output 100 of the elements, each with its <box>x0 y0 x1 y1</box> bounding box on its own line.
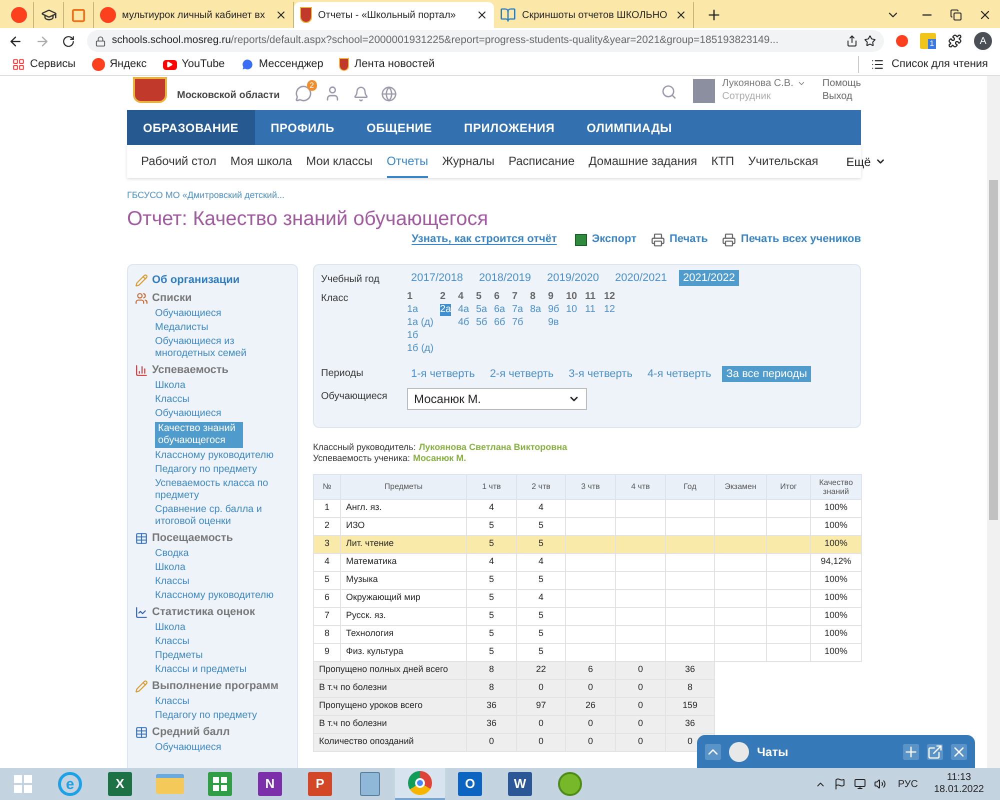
period-option[interactable]: За все периоды <box>722 366 811 382</box>
class-option[interactable]: 4б <box>458 316 470 328</box>
clock[interactable]: 11:13 18.01.2022 <box>934 772 984 796</box>
sidebar-link[interactable]: Обучающиеся <box>155 742 222 754</box>
sidebar-section-title[interactable]: Списки <box>152 290 192 307</box>
sidebar-section-title[interactable]: Об организации <box>152 272 240 289</box>
sub-nav-link[interactable]: Расписание <box>508 145 575 178</box>
bookmark-link[interactable]: Мессенджер <box>240 56 324 73</box>
sidebar-link[interactable]: Школа <box>155 562 186 574</box>
sidebar-link[interactable]: Классы <box>155 394 190 406</box>
reading-list-button[interactable]: Список для чтения <box>858 56 988 73</box>
sidebar-link[interactable]: Обучающиеся из многодетных семей <box>155 336 285 360</box>
sidebar-link[interactable]: Медалисты <box>155 322 208 334</box>
bookmark-link[interactable]: Сервисы <box>12 56 76 73</box>
class-option[interactable]: 9в <box>548 316 559 328</box>
expand-icon[interactable] <box>705 744 721 760</box>
class-option[interactable]: 5б <box>476 316 488 328</box>
extensions-icon[interactable] <box>948 34 962 48</box>
nav-tab[interactable]: ОБРАЗОВАНИЕ <box>127 110 255 145</box>
sidebar-link[interactable]: Классы <box>155 576 190 588</box>
browser-icon[interactable] <box>408 771 432 795</box>
sidebar-link[interactable]: Педагогу по предмету <box>155 464 258 476</box>
share-icon[interactable] <box>846 35 858 47</box>
sidebar-link[interactable]: Школа <box>155 380 186 392</box>
class-option[interactable]: 1а (д) <box>407 316 434 328</box>
sidebar-link[interactable]: Классы <box>155 636 190 648</box>
sidebar-section-title[interactable]: Посещаемость <box>152 530 234 547</box>
help-link[interactable]: Узнать, как строится отчёт <box>412 231 557 248</box>
sub-nav-link[interactable]: Рабочий стол <box>141 145 216 178</box>
student-select[interactable]: Мосанюк М. <box>407 388 587 410</box>
class-option[interactable]: 6б <box>494 316 506 328</box>
profile-icon[interactable] <box>324 85 341 102</box>
class-option[interactable]: 1б <box>407 330 418 342</box>
class-option[interactable]: 1а <box>407 304 418 316</box>
sidebar-link[interactable]: Классы <box>155 696 190 708</box>
period-option[interactable]: 1-я четверть <box>407 366 479 382</box>
bookmark-link[interactable]: Яндекс <box>92 56 147 73</box>
sidebar-section-title[interactable]: Средний балл <box>152 724 230 741</box>
sidebar-section-title[interactable]: Статистика оценок <box>152 604 256 621</box>
class-option[interactable]: 9б <box>548 304 560 316</box>
class-option[interactable]: 8а <box>530 304 542 316</box>
breadcrumb-link[interactable]: ГБСУСО МО «Дмитровский детский... <box>127 189 861 202</box>
crest-logo[interactable] <box>133 77 167 103</box>
class-option[interactable]: 7б <box>512 316 524 328</box>
class-option[interactable]: 6а <box>494 304 506 316</box>
class-option[interactable]: 1б (д) <box>407 342 434 354</box>
year-option[interactable]: 2017/2018 <box>407 270 467 286</box>
bookmark-star-icon[interactable] <box>864 35 876 47</box>
sidebar-link[interactable]: Обучающиеся <box>155 408 222 420</box>
bookmark-link[interactable]: YouTube <box>162 56 225 73</box>
browser-tab[interactable]: Отчеты - «Школьный портал» <box>294 2 494 28</box>
year-option[interactable]: 2019/2020 <box>543 270 603 286</box>
sidebar-section-title[interactable]: Выполнение программ <box>152 678 279 695</box>
header-link[interactable]: Помощь <box>822 77 861 90</box>
period-option[interactable]: 3-я четверть <box>564 366 636 382</box>
sidebar-link[interactable]: Классному руководителю <box>155 450 274 462</box>
address-bar[interactable]: schools.school.mosreg.ru/reports/default.aspx?school=2000001931225&report=progress-students-quality&year=2021&group=185193823149... <box>86 30 884 52</box>
popout-icon[interactable] <box>927 744 943 760</box>
more-menu[interactable]: Ещё <box>846 145 886 178</box>
add-icon[interactable] <box>903 744 919 760</box>
nav-tab[interactable]: ОЛИМПИАДЫ <box>570 110 688 145</box>
print-button[interactable]: Печать всех учеников <box>722 231 861 248</box>
volume-icon[interactable] <box>874 778 886 790</box>
bell-icon[interactable] <box>353 86 369 102</box>
back-icon[interactable] <box>8 34 23 48</box>
language-indicator[interactable]: РУС <box>898 776 918 792</box>
sidebar-link[interactable]: Сводка <box>155 548 189 560</box>
app-icon[interactable]: W <box>508 772 532 796</box>
scrollbar-thumb[interactable] <box>989 180 998 520</box>
round-logo-icon[interactable] <box>896 35 908 47</box>
sidebar-link[interactable]: Сравнение ср. балла и итоговой оценки <box>155 504 285 528</box>
class-option[interactable]: 5а <box>476 304 488 316</box>
store-bag-icon[interactable] <box>208 772 232 796</box>
network-icon[interactable] <box>854 778 866 790</box>
sub-nav-link[interactable]: Отчеты <box>386 145 428 178</box>
torrent-icon[interactable] <box>558 772 582 796</box>
sub-nav-link[interactable]: Домашние задания <box>588 145 698 178</box>
flag-icon[interactable] <box>834 778 846 790</box>
new-tab-icon[interactable] <box>706 7 722 23</box>
profile-avatar[interactable]: A <box>974 32 992 50</box>
sidebar-link[interactable]: Предметы <box>155 650 203 662</box>
nav-tab[interactable]: ПРОФИЛЬ <box>254 110 350 145</box>
restore-icon[interactable] <box>950 9 962 21</box>
app-icon[interactable]: N <box>258 772 282 796</box>
period-option[interactable]: 4-я четверть <box>643 366 716 382</box>
sidebar-link[interactable]: Классы и предметы <box>155 664 247 676</box>
sidebar-link[interactable]: Качество знаний обучающегося <box>155 422 243 448</box>
sub-nav-link[interactable]: Учительская <box>748 145 818 178</box>
caret-icon[interactable] <box>797 79 806 88</box>
class-option[interactable]: 7а <box>512 304 524 316</box>
sub-nav-link[interactable]: Мои классы <box>306 145 373 178</box>
sidebar-link[interactable]: Школа <box>155 622 186 634</box>
sidebar-link[interactable]: Педагогу по предмету <box>155 710 258 722</box>
chat-panel[interactable]: Чаты <box>697 735 975 768</box>
reload-icon[interactable] <box>62 34 75 48</box>
header-link[interactable]: Выход <box>822 90 861 103</box>
class-option[interactable]: 12 <box>604 304 616 316</box>
app-icon[interactable]: O <box>458 772 482 796</box>
class-option[interactable]: 11 <box>585 304 596 316</box>
sub-nav-link[interactable]: Журналы <box>442 145 494 178</box>
